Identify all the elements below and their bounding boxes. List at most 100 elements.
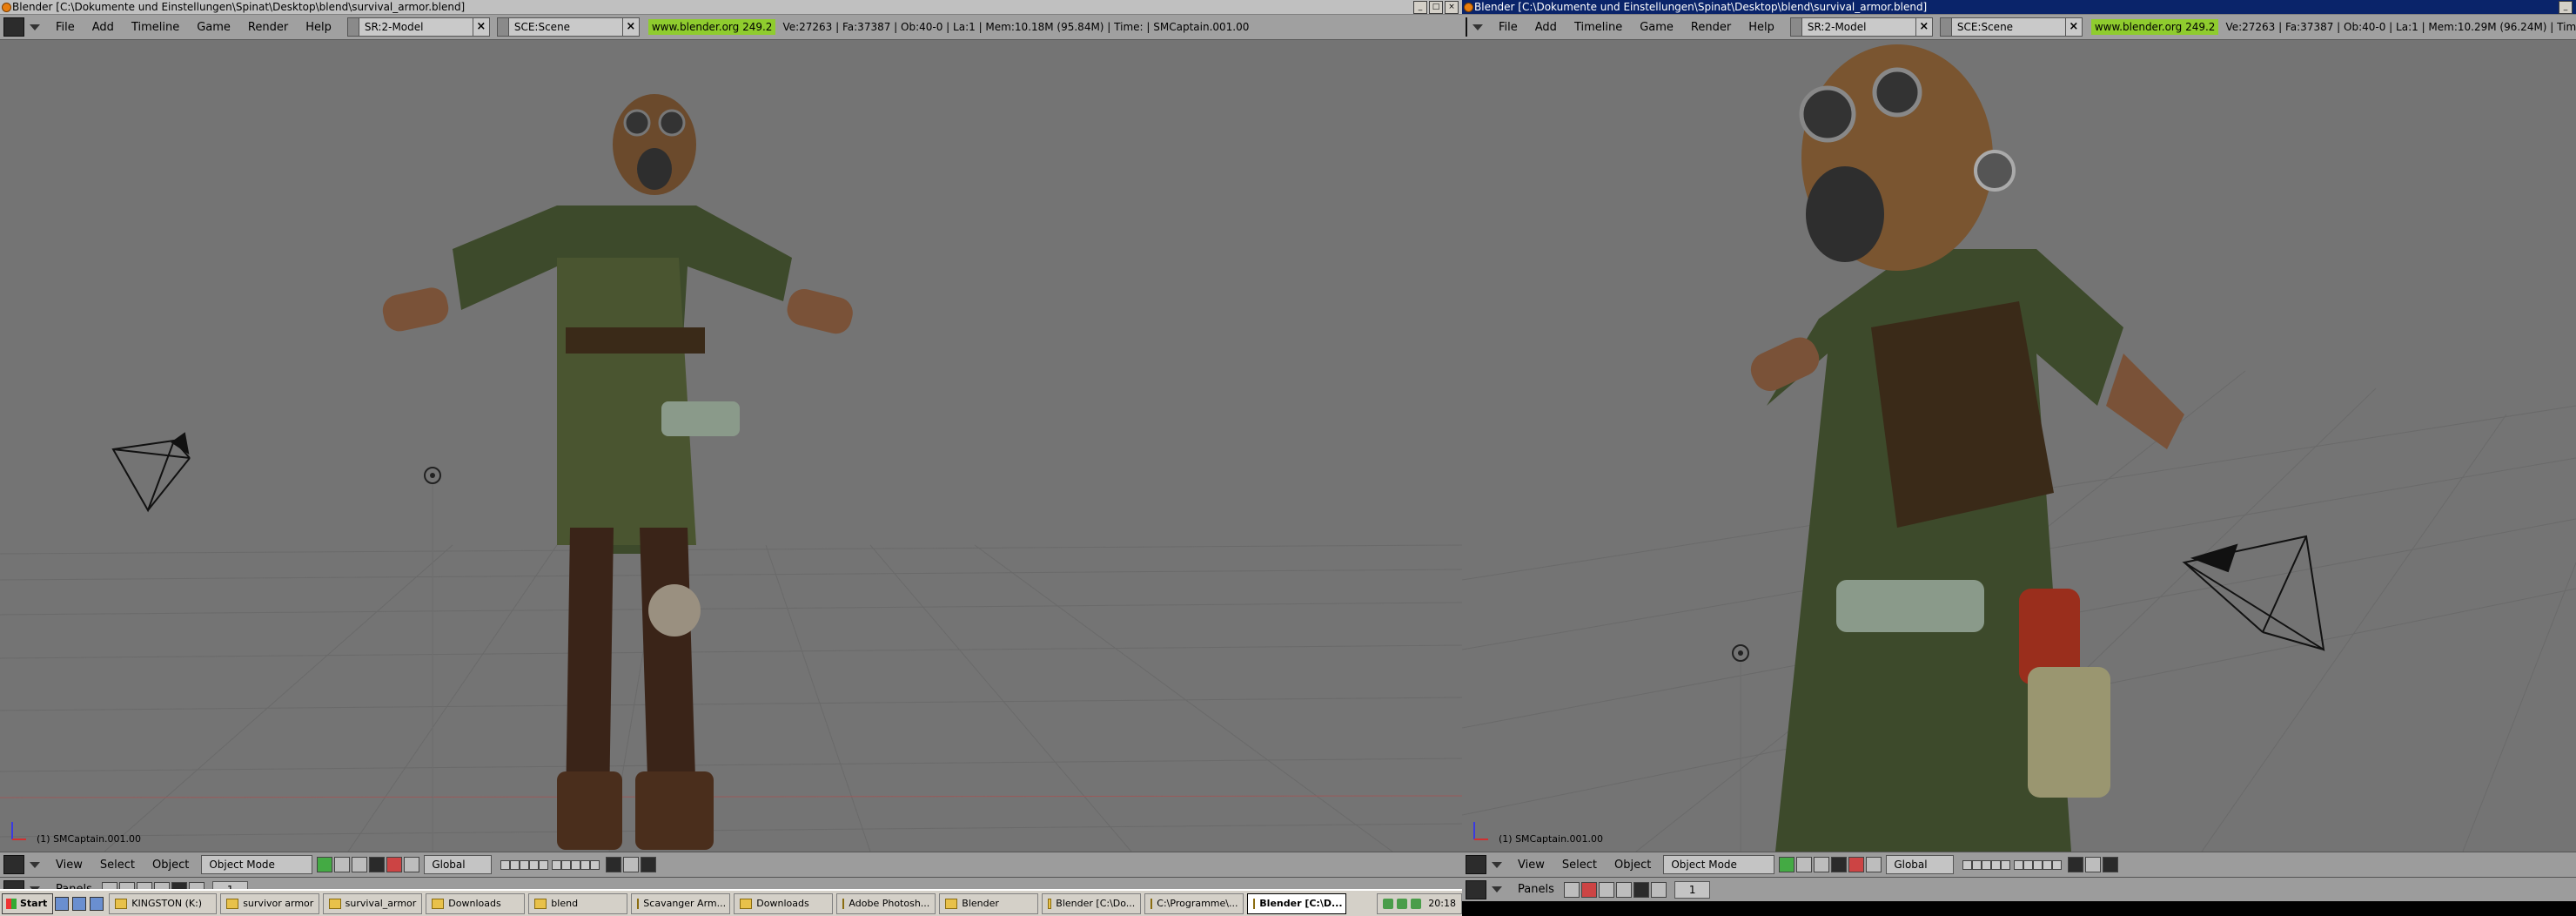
menu-view[interactable]: View: [47, 859, 91, 872]
menu-timeline[interactable]: Timeline: [123, 21, 188, 34]
maximize-button[interactable]: □: [1429, 1, 1443, 14]
layer-buttons[interactable]: [1962, 859, 2063, 870]
menu-render[interactable]: Render: [1682, 21, 1740, 34]
task-programme[interactable]: C:\Programme\...: [1144, 892, 1244, 914]
mode-dropdown[interactable]: Object Mode: [201, 855, 313, 874]
task-downloads[interactable]: Downloads: [426, 892, 526, 914]
lamp-icon[interactable]: [424, 467, 441, 484]
menu-file[interactable]: File: [47, 21, 84, 34]
task-photoshop[interactable]: Adobe Photosh...: [836, 892, 936, 914]
shading-icon[interactable]: [1598, 881, 1614, 898]
tray-security-icon[interactable]: [1397, 898, 1408, 909]
scene-field[interactable]: SCE:Scene: [507, 17, 623, 37]
task-blender[interactable]: Blender: [939, 892, 1039, 914]
task-blend[interactable]: blend: [528, 892, 628, 914]
grid-icon[interactable]: [1814, 857, 1830, 872]
scene-browse-button[interactable]: [496, 17, 508, 37]
orientation-dropdown[interactable]: Global: [424, 855, 493, 874]
render-view-icon[interactable]: [2103, 857, 2119, 872]
manipulator-rotate-icon[interactable]: [404, 857, 420, 872]
screen-browse-button[interactable]: [346, 17, 359, 37]
frame-number-field[interactable]: 1: [1674, 880, 1711, 899]
pivot-icon[interactable]: [1796, 857, 1813, 872]
screen-delete-button[interactable]: ×: [1915, 17, 1933, 37]
view3d-collapse-icon[interactable]: [30, 861, 40, 868]
manipulator-hand-icon[interactable]: [1831, 857, 1848, 872]
lock-layer-icon[interactable]: [2068, 857, 2084, 872]
scene-field[interactable]: SCE:Scene: [1950, 17, 2066, 37]
start-button[interactable]: Start: [2, 892, 54, 914]
task-scavanger-armor[interactable]: Scavanger Arm...: [631, 892, 731, 914]
menu-view[interactable]: View: [1509, 859, 1553, 872]
scene-delete-button[interactable]: ×: [2065, 17, 2083, 37]
panels-menu[interactable]: Panels: [1509, 883, 1563, 896]
buttons-collapse-icon[interactable]: [1492, 886, 1502, 892]
menu-select[interactable]: Select: [1553, 859, 1606, 872]
view3d-collapse-icon[interactable]: [1492, 861, 1502, 868]
pivot-icon[interactable]: [334, 857, 351, 872]
task-kingston[interactable]: KINGSTON (K:): [109, 892, 218, 914]
menu-timeline[interactable]: Timeline: [1566, 21, 1631, 34]
scene-delete-button[interactable]: ×: [622, 17, 640, 37]
lock-layer-icon[interactable]: [606, 857, 622, 872]
character-model[interactable]: [379, 94, 855, 850]
task-survival-armor[interactable]: survival_armor: [323, 892, 423, 914]
menu-game[interactable]: Game: [1631, 21, 1682, 34]
title-bar[interactable]: Blender [C:\Dokumente und Einstellungen\…: [0, 0, 1462, 15]
script-icon[interactable]: [1580, 881, 1597, 898]
draw-type-icon[interactable]: [317, 857, 333, 872]
quicklaunch-desktop-icon[interactable]: [55, 896, 70, 911]
minimize-button[interactable]: _: [2559, 1, 2573, 14]
camera-icon[interactable]: [111, 432, 191, 513]
camera-view-icon[interactable]: [623, 857, 640, 872]
layer-buttons[interactable]: [500, 859, 600, 870]
menu-add[interactable]: Add: [1526, 21, 1566, 34]
task-blender-console[interactable]: Blender [C:\Do...: [1042, 892, 1142, 914]
blender-url[interactable]: www.blender.org 249.2: [2090, 19, 2219, 35]
buttons-editor-type-icon[interactable]: [1466, 879, 1486, 899]
manipulator-translate-icon[interactable]: [1848, 857, 1865, 872]
editor-type-icon[interactable]: [1466, 17, 1467, 37]
manipulator-rotate-icon[interactable]: [1866, 857, 1882, 872]
menu-object[interactable]: Object: [144, 859, 198, 872]
task-survivor-armor[interactable]: survivor armor: [220, 892, 320, 914]
screen-delete-button[interactable]: ×: [473, 17, 490, 37]
view3d-editor-type-icon[interactable]: [3, 855, 24, 874]
menu-render[interactable]: Render: [239, 21, 297, 34]
menu-file[interactable]: File: [1490, 21, 1526, 34]
draw-type-icon[interactable]: [1779, 857, 1795, 872]
menu-select[interactable]: Select: [91, 859, 144, 872]
close-button[interactable]: ×: [1445, 1, 1459, 14]
title-bar[interactable]: Blender [C:\Dokumente und Einstellungen\…: [1462, 0, 2576, 15]
camera-view-icon[interactable]: [2085, 857, 2102, 872]
grid-icon[interactable]: [352, 857, 368, 872]
collapse-arrow-icon[interactable]: [30, 24, 40, 30]
menu-help[interactable]: Help: [1740, 21, 1783, 34]
view3d-editor-type-icon[interactable]: [1466, 855, 1486, 874]
mode-dropdown[interactable]: Object Mode: [1663, 855, 1775, 874]
manipulator-hand-icon[interactable]: [369, 857, 386, 872]
orientation-dropdown[interactable]: Global: [1886, 855, 1955, 874]
3d-viewport[interactable]: (1) SMCaptain.001.00: [0, 40, 1462, 852]
scene-browse-button[interactable]: [1939, 17, 1951, 37]
quicklaunch-media-icon[interactable]: [90, 896, 104, 911]
3d-viewport[interactable]: (1) SMCaptain.001.00: [1462, 40, 2576, 852]
tray-volume-icon[interactable]: [1411, 898, 1422, 909]
screen-field[interactable]: SR:2-Model: [1801, 17, 1916, 37]
render-view-icon[interactable]: [641, 857, 657, 872]
menu-add[interactable]: Add: [84, 21, 123, 34]
character-model[interactable]: [1745, 44, 2184, 852]
scene-icon[interactable]: [1650, 881, 1667, 898]
quicklaunch-ie-icon[interactable]: [72, 896, 87, 911]
manipulator-translate-icon[interactable]: [386, 857, 403, 872]
blender-url[interactable]: www.blender.org 249.2: [647, 19, 776, 35]
screen-field[interactable]: SR:2-Model: [358, 17, 473, 37]
menu-object[interactable]: Object: [1606, 859, 1660, 872]
menu-help[interactable]: Help: [297, 21, 340, 34]
logic-icon[interactable]: [1563, 881, 1580, 898]
menu-game[interactable]: Game: [188, 21, 239, 34]
screen-browse-button[interactable]: [1789, 17, 1801, 37]
tray-network-icon[interactable]: [1383, 898, 1394, 909]
task-blender-active[interactable]: Blender [C:\D...: [1247, 892, 1347, 914]
editing-icon[interactable]: [1633, 881, 1649, 898]
